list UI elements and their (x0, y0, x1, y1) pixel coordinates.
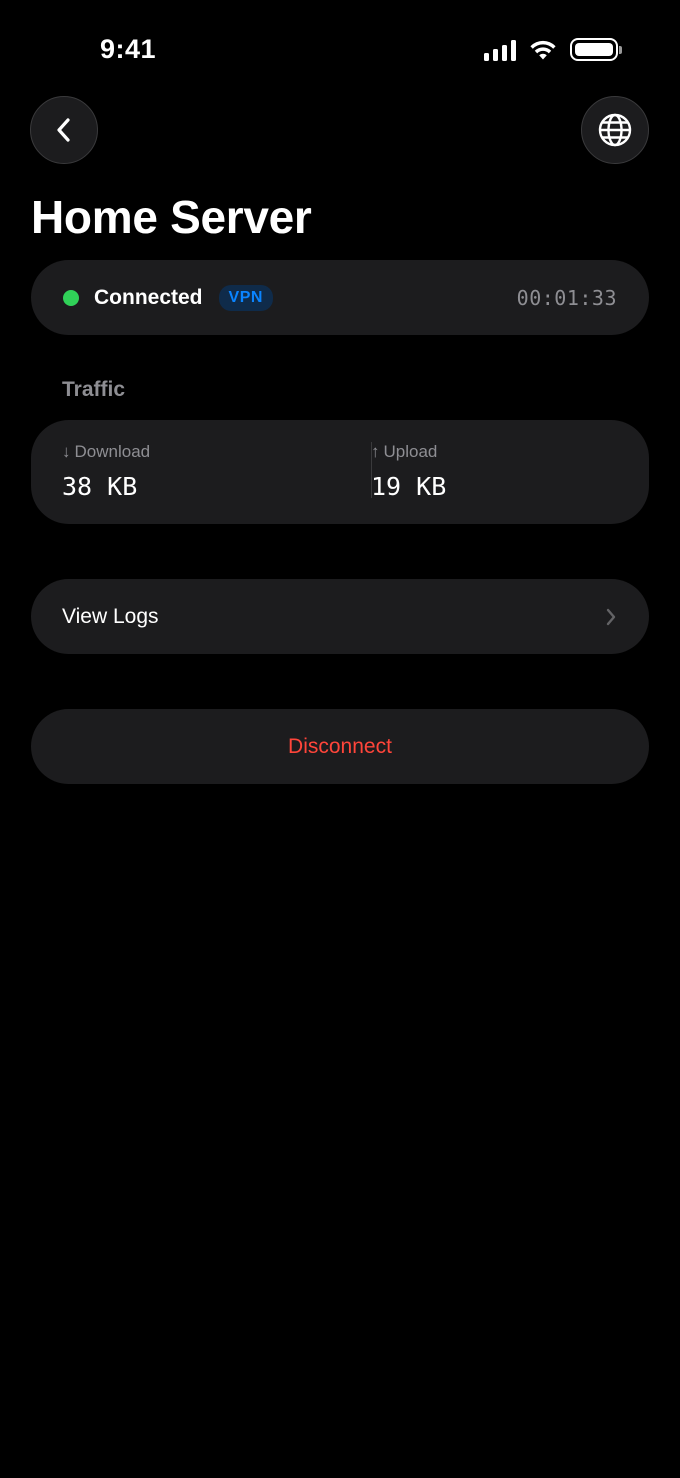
cellular-signal-icon (484, 39, 516, 61)
connection-status-label: Connected (94, 285, 203, 309)
connection-timer: 00:01:33 (516, 285, 617, 310)
download-label: Download (74, 442, 151, 461)
disconnect-label: Disconnect (288, 734, 392, 758)
upload-arrow-icon: ↑ (371, 442, 380, 461)
status-indicator-dot (63, 289, 79, 306)
status-bar-time: 9:41 (100, 34, 157, 64)
connection-status-card: Connected VPN 00:01:33 (31, 260, 649, 335)
chevron-right-icon (606, 608, 616, 625)
status-bar-icons (484, 38, 622, 61)
globe-button[interactable] (581, 96, 649, 164)
upload-stat: ↑ Upload 19 KB (340, 420, 649, 524)
download-value: 38 KB (62, 472, 138, 501)
globe-icon (598, 113, 632, 147)
wifi-icon (530, 40, 556, 59)
page-title: Home Server (31, 191, 312, 243)
traffic-card: ↓ Download 38 KB ↑ Upload 19 KB (31, 420, 649, 524)
upload-value: 19 KB (371, 472, 447, 501)
battery-icon (570, 38, 622, 61)
upload-label: Upload (383, 442, 438, 461)
app-screen: 9:41 Home Server Connected VPN 00:01:33 … (0, 0, 680, 1478)
disconnect-button[interactable]: Disconnect (31, 709, 649, 784)
vpn-badge: VPN (218, 284, 273, 311)
back-button[interactable] (30, 96, 98, 164)
download-arrow-icon: ↓ (62, 442, 71, 461)
download-stat: ↓ Download 38 KB (31, 420, 340, 524)
traffic-section-title: Traffic (62, 378, 126, 401)
chevron-left-icon (57, 118, 70, 142)
view-logs-label: View Logs (62, 604, 159, 628)
view-logs-button[interactable]: View Logs (31, 579, 649, 654)
